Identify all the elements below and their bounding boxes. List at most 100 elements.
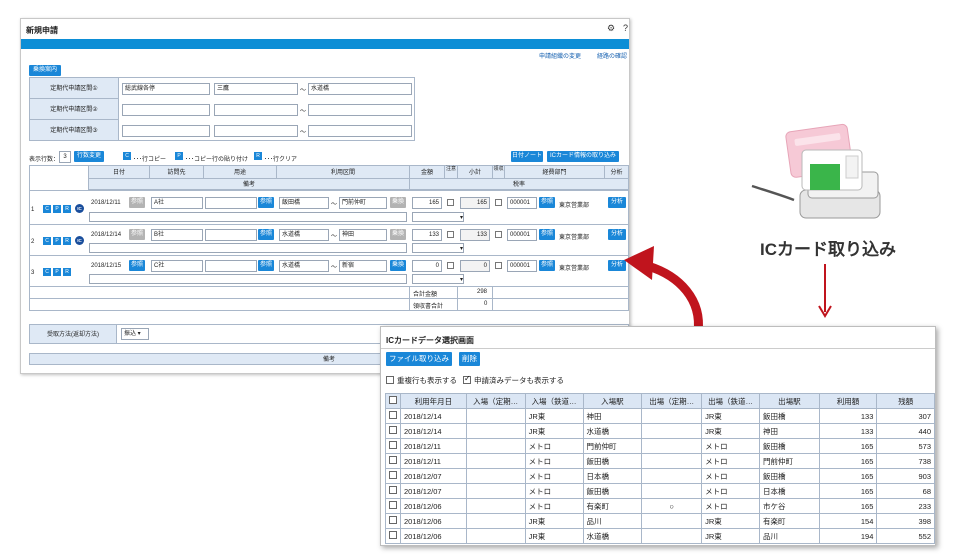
row-remarks[interactable] xyxy=(89,274,407,284)
purpose-ref-button[interactable]: 参照 xyxy=(258,260,274,271)
date-ref-button[interactable]: 参照 xyxy=(129,229,145,240)
commute-to-1[interactable]: 水道橋 xyxy=(308,83,412,95)
analysis-button[interactable]: 分析 xyxy=(608,229,626,240)
commute-route-2[interactable] xyxy=(122,104,210,116)
row-note-checkbox[interactable] xyxy=(447,199,454,206)
purpose-ref-button[interactable]: 参照 xyxy=(258,197,274,208)
change-org-link[interactable]: 申請組織の変更 xyxy=(539,51,581,60)
commute-from-3[interactable] xyxy=(214,125,298,137)
table-row[interactable]: 2018/12/06 JR東 品川 JR東 有楽町 154 398 xyxy=(385,513,935,529)
transfer-guide-button[interactable]: 乗換案内 xyxy=(29,65,61,76)
change-rows-button[interactable]: 行数変更 xyxy=(74,151,104,162)
gear-icon[interactable]: ⚙ xyxy=(607,23,615,34)
row-clear-button[interactable]: R xyxy=(63,268,71,276)
row-note-checkbox[interactable] xyxy=(447,231,454,238)
receive-method-select[interactable]: 振込 ▾ xyxy=(121,328,149,340)
table-row[interactable]: 2018/12/06 メトロ 有楽町 ○ メトロ 市ケ谷 165 233 xyxy=(385,498,935,514)
row-remarks[interactable] xyxy=(89,212,407,222)
row-paste-button[interactable]: P xyxy=(53,237,61,245)
col-out-station[interactable]: 出場駅 xyxy=(759,393,820,409)
row-dept-code[interactable]: 000001 xyxy=(507,260,537,272)
table-row[interactable]: 2018/12/11 メトロ 飯田橋 メトロ 門前仲町 165 738 xyxy=(385,453,935,469)
row-select-checkbox[interactable] xyxy=(385,483,401,499)
dept-ref-button[interactable]: 参照 xyxy=(539,229,555,240)
row-purpose[interactable] xyxy=(205,229,257,241)
date-ref-button[interactable]: 参照 xyxy=(129,260,145,271)
row-purpose[interactable] xyxy=(205,197,257,209)
row-amount[interactable]: 0 xyxy=(412,260,442,272)
ic-import-button[interactable]: ICカード情報の取り込み xyxy=(547,151,619,162)
row-note-checkbox[interactable] xyxy=(447,262,454,269)
row-visit[interactable]: C社 xyxy=(151,260,203,272)
row-to[interactable]: 神田 xyxy=(339,229,387,241)
help-icon[interactable]: ? xyxy=(623,23,628,33)
row-from[interactable]: 飯田橋 xyxy=(279,197,329,209)
swap-button[interactable]: 乗換 xyxy=(390,197,406,208)
row-select-checkbox[interactable] xyxy=(385,468,401,484)
row-from[interactable]: 水道橋 xyxy=(279,229,329,241)
rows-input[interactable]: 3 xyxy=(59,151,71,163)
row-purpose[interactable] xyxy=(205,260,257,272)
commute-to-2[interactable] xyxy=(308,104,412,116)
col-in-pass[interactable]: 入場（定期… xyxy=(465,393,526,409)
row-to[interactable]: 門前仲町 xyxy=(339,197,387,209)
analysis-button[interactable]: 分析 xyxy=(608,197,626,208)
row-copy-button[interactable]: C xyxy=(43,205,51,213)
table-row[interactable]: 2018/12/07 メトロ 飯田橋 メトロ 日本橋 165 68 xyxy=(385,483,935,499)
check-route-link[interactable]: 経路の確認 xyxy=(597,51,627,60)
date-note-button[interactable]: 日付ノート xyxy=(511,151,543,162)
purpose-ref-button[interactable]: 参照 xyxy=(258,229,274,240)
col-fare[interactable]: 利用額 xyxy=(818,393,878,409)
col-out-pass[interactable]: 出場（定期… xyxy=(641,393,703,409)
row-copy-button[interactable]: C xyxy=(43,237,51,245)
row-tax-select[interactable]: ▾ xyxy=(412,243,464,253)
row-copy-button[interactable]: C xyxy=(43,268,51,276)
delete-button[interactable]: 削除 xyxy=(459,352,480,366)
row-dept-code[interactable]: 000001 xyxy=(507,229,537,241)
swap-button[interactable]: 乗換 xyxy=(390,260,406,271)
row-select-checkbox[interactable] xyxy=(385,408,401,424)
row-amount[interactable]: 165 xyxy=(412,197,442,209)
dept-ref-button[interactable]: 参照 xyxy=(539,260,555,271)
commute-from-2[interactable] xyxy=(214,104,298,116)
row-paste-button[interactable]: P xyxy=(53,205,61,213)
row-dept-code[interactable]: 000001 xyxy=(507,197,537,209)
select-all-checkbox[interactable] xyxy=(385,393,401,409)
row-receipt-checkbox[interactable] xyxy=(495,231,502,238)
show-applied-checkbox[interactable] xyxy=(463,374,471,384)
commute-to-3[interactable] xyxy=(308,125,412,137)
dept-ref-button[interactable]: 参照 xyxy=(539,197,555,208)
row-clear-button[interactable]: R xyxy=(63,205,71,213)
row-tax-select[interactable]: ▾ xyxy=(412,274,464,284)
col-in-rail[interactable]: 入場（鉄道… xyxy=(524,393,584,409)
table-row[interactable]: 2018/12/11 メトロ 門前仲町 メトロ 飯田橋 165 573 xyxy=(385,438,935,454)
table-row[interactable]: 2018/12/14 JR東 神田 JR東 飯田橋 133 307 xyxy=(385,408,935,424)
row-select-checkbox[interactable] xyxy=(385,453,401,469)
file-import-button[interactable]: ファイル取り込み xyxy=(386,352,452,366)
row-select-checkbox[interactable] xyxy=(385,513,401,529)
row-select-checkbox[interactable] xyxy=(385,498,401,514)
commute-route-1[interactable]: 総武線各停 xyxy=(122,83,210,95)
commute-route-3[interactable] xyxy=(122,125,210,137)
swap-button[interactable]: 乗換 xyxy=(390,229,406,240)
row-tax-select[interactable]: ▾ xyxy=(412,212,464,222)
show-duplicates-checkbox[interactable] xyxy=(386,376,394,384)
table-row[interactable]: 2018/12/07 メトロ 日本橋 メトロ 飯田橋 165 903 xyxy=(385,468,935,484)
row-remarks[interactable] xyxy=(89,243,407,253)
row-clear-button[interactable]: R xyxy=(63,237,71,245)
row-visit[interactable]: A社 xyxy=(151,197,203,209)
row-amount[interactable]: 133 xyxy=(412,229,442,241)
row-select-checkbox[interactable] xyxy=(385,423,401,439)
row-receipt-checkbox[interactable] xyxy=(495,199,502,206)
col-in-station[interactable]: 入場駅 xyxy=(582,393,643,409)
row-paste-button[interactable]: P xyxy=(53,268,61,276)
table-row[interactable]: 2018/12/14 JR東 水道橋 JR東 神田 133 440 xyxy=(385,423,935,439)
row-select-checkbox[interactable] xyxy=(385,438,401,454)
col-use-date[interactable]: 利用年月日 xyxy=(400,393,467,409)
row-to[interactable]: 新宿 xyxy=(339,260,387,272)
date-ref-button[interactable]: 参照 xyxy=(129,197,145,208)
row-from[interactable]: 水道橋 xyxy=(279,260,329,272)
row-receipt-checkbox[interactable] xyxy=(495,262,502,269)
commute-from-1[interactable]: 三鷹 xyxy=(214,83,298,95)
table-row[interactable]: 2018/12/06 JR東 水道橋 JR東 品川 194 552 xyxy=(385,528,935,544)
